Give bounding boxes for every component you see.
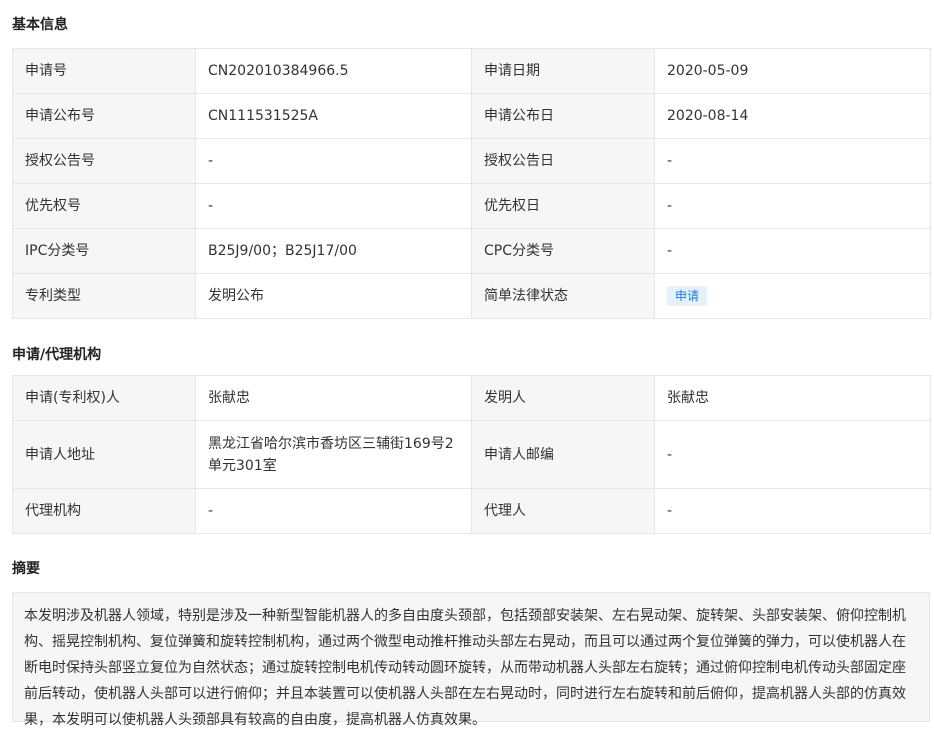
table-row: 代理机构 - 代理人 - [12,488,931,534]
table-row: 申请公布号 CN111531525A 申请公布日 2020-08-14 [12,93,931,139]
agency-table: 申请(专利权)人 张献忠 发明人 张献忠 申请人地址 黑龙江省哈尔滨市香坊区三辅… [12,375,931,534]
value-priority-date: - [654,183,931,229]
value-inventor: 张献忠 [654,375,931,421]
label-publication-number: 申请公布号 [12,93,196,139]
value-grant-date: - [654,138,931,184]
value-application-date: 2020-05-09 [654,48,931,94]
value-ipc: B25J9/00；B25J17/00 [195,228,472,274]
label-legal-status: 简单法律状态 [471,273,655,319]
value-publication-number: CN111531525A [195,93,472,139]
value-agency: - [195,488,472,534]
label-applicant-zip: 申请人邮编 [471,420,655,489]
value-applicant-address: 黑龙江省哈尔滨市香坊区三辅街169号2单元301室 [195,420,472,489]
table-row: 申请号 CN202010384966.5 申请日期 2020-05-09 [12,48,931,94]
table-row: 申请人地址 黑龙江省哈尔滨市香坊区三辅街169号2单元301室 申请人邮编 - [12,420,931,489]
label-ipc: IPC分类号 [12,228,196,274]
value-agent: - [654,488,931,534]
label-cpc: CPC分类号 [471,228,655,274]
value-priority-number: - [195,183,472,229]
basic-info-table: 申请号 CN202010384966.5 申请日期 2020-05-09 申请公… [12,48,931,319]
label-patent-type: 专利类型 [12,273,196,319]
value-legal-status: 申请 [654,273,931,319]
abstract-text: 本发明涉及机器人领域，特别是涉及一种新型智能机器人的多自由度头颈部，包括颈部安装… [12,592,930,728]
status-badge: 申请 [667,286,708,306]
table-row: 授权公告号 - 授权公告日 - [12,138,931,184]
label-inventor: 发明人 [471,375,655,421]
label-agent: 代理人 [471,488,655,534]
value-application-number: CN202010384966.5 [195,48,472,94]
value-grant-number: - [195,138,472,184]
label-applicant: 申请(专利权)人 [12,375,196,421]
label-agency: 代理机构 [12,488,196,534]
table-row: 专利类型 发明公布 简单法律状态 申请 [12,273,931,319]
abstract-title: 摘要 [12,561,40,577]
value-applicant-zip: - [654,420,931,489]
value-cpc: - [654,228,931,274]
table-row: 申请(专利权)人 张献忠 发明人 张献忠 [12,375,931,421]
label-application-number: 申请号 [12,48,196,94]
label-priority-number: 优先权号 [12,183,196,229]
label-applicant-address: 申请人地址 [12,420,196,489]
value-applicant: 张献忠 [195,375,472,421]
basic-info-title: 基本信息 [12,17,68,33]
agency-title: 申请/代理机构 [12,347,102,363]
table-row: IPC分类号 B25J9/00；B25J17/00 CPC分类号 - [12,228,931,274]
label-application-date: 申请日期 [471,48,655,94]
value-patent-type: 发明公布 [195,273,472,319]
label-priority-date: 优先权日 [471,183,655,229]
table-row: 优先权号 - 优先权日 - [12,183,931,229]
label-publication-date: 申请公布日 [471,93,655,139]
value-publication-date: 2020-08-14 [654,93,931,139]
label-grant-date: 授权公告日 [471,138,655,184]
label-grant-number: 授权公告号 [12,138,196,184]
